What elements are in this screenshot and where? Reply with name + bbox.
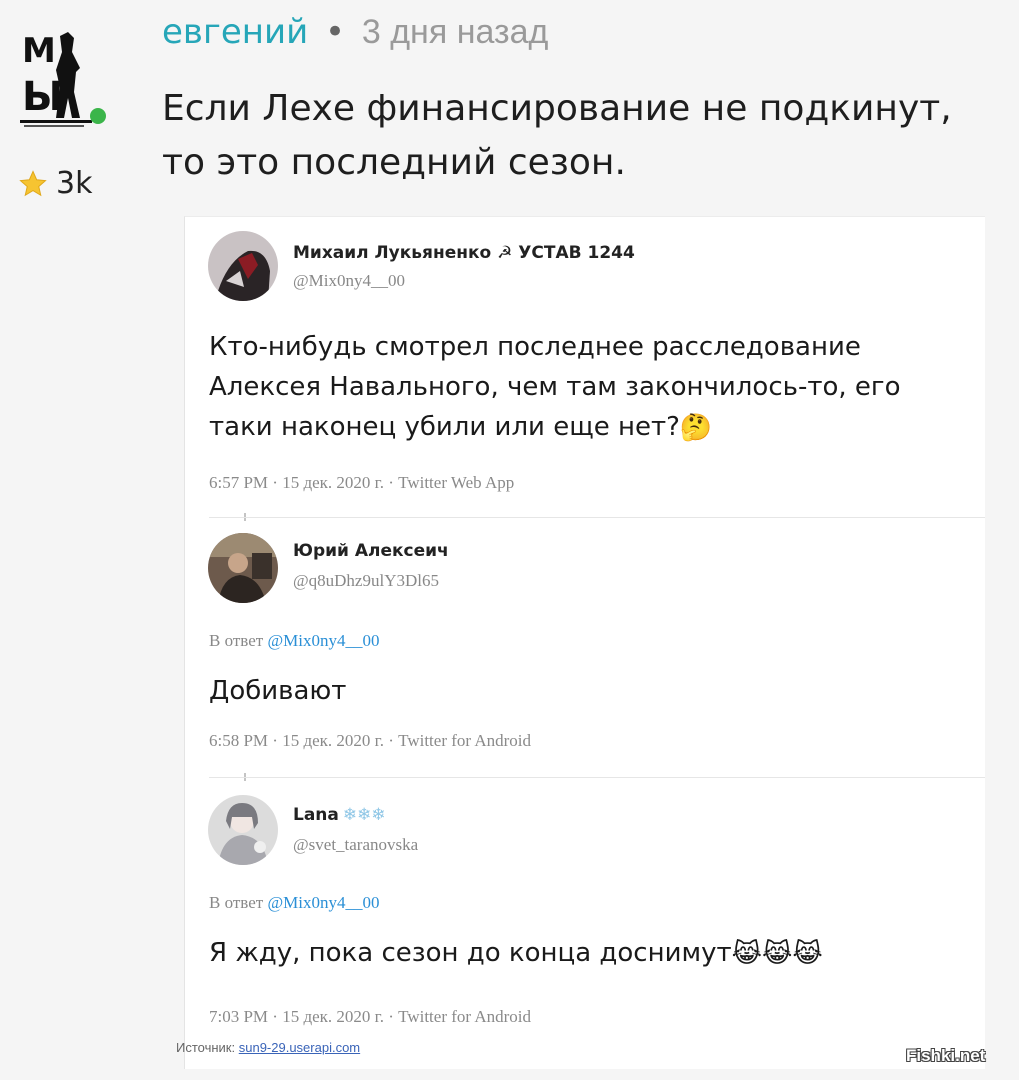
tweet-avatar-1 — [208, 231, 278, 301]
tweet-handle-2: @q8uDhz9ulY3Dl65 — [293, 571, 439, 590]
star-icon — [19, 169, 47, 196]
tweet-handle-1: @Mix0ny4__00 — [293, 271, 405, 290]
tweet-date-1: 6:57 PM · 15 дек. 2020 г. · Twitter Web … — [209, 473, 515, 492]
tweet-body-3: Я жду, пока сезон до конца доснимут😹😹😹 — [209, 933, 969, 974]
tweet-date-2: 6:58 PM · 15 дек. 2020 г. · Twitter for … — [209, 731, 532, 750]
user-rating: 3k — [18, 166, 92, 201]
svg-text:М: М — [22, 31, 56, 71]
image-source: Источник: sun9-29.userapi.com — [176, 1040, 361, 1055]
cat-tears-of-joy-icon: 😹😹😹 — [731, 938, 823, 969]
reply-to-2: В ответ @Mix0ny4__00 — [209, 631, 380, 650]
reply-mention-2: @Mix0ny4__00 — [267, 631, 380, 650]
tweet-avatar-3 — [208, 795, 278, 865]
tweet-body-2: Добивают — [209, 676, 347, 706]
watermark: Fishki.net — [906, 1046, 986, 1065]
tweet-author-1-suffix: ☭ УСТАВ 1244 — [497, 243, 635, 263]
tweet-author-3: Lana ❄❄❄ — [293, 805, 386, 825]
tweet-divider — [209, 777, 985, 778]
meta-separator: • — [324, 12, 346, 52]
tweet-date-3: 7:03 PM · 15 дек. 2020 г. · Twitter for … — [209, 1007, 532, 1026]
rating-value: 3k — [56, 166, 93, 201]
comment-text: Если Лехе финансирование не подкинут, то… — [162, 88, 952, 183]
tweet-handle-3: @svet_taranovska — [293, 835, 419, 854]
tweet-divider — [209, 517, 985, 518]
tweet-author-2: Юрий Алексеич — [293, 541, 449, 561]
attached-image[interactable]: Михаил Лукьяненко ☭ УСТАВ 1244 @Mix0ny4_… — [184, 216, 985, 1069]
tweet-author-1: Михаил Лукьяненко ☭ УСТАВ 1244 — [293, 243, 635, 263]
reply-to-3: В ответ @Mix0ny4__00 — [209, 893, 380, 912]
snowflake-icon: ❄❄❄ — [342, 805, 386, 825]
thinking-face-icon: 🤔 — [679, 412, 713, 443]
comment-timestamp[interactable]: 3 дня назад — [362, 13, 548, 51]
commenter-avatar[interactable]: М Ы — [20, 22, 92, 132]
online-status-dot — [90, 108, 106, 124]
comment-meta: евгений • 3 дня назад — [162, 12, 548, 52]
tweet-body-1: Кто-нибудь смотрел последнее расследован… — [209, 327, 969, 448]
source-link[interactable]: sun9-29.userapi.com — [239, 1040, 360, 1055]
comment-author-link[interactable]: евгений — [162, 12, 308, 52]
reply-mention-3: @Mix0ny4__00 — [267, 893, 380, 912]
tweet-avatar-2 — [208, 533, 278, 603]
